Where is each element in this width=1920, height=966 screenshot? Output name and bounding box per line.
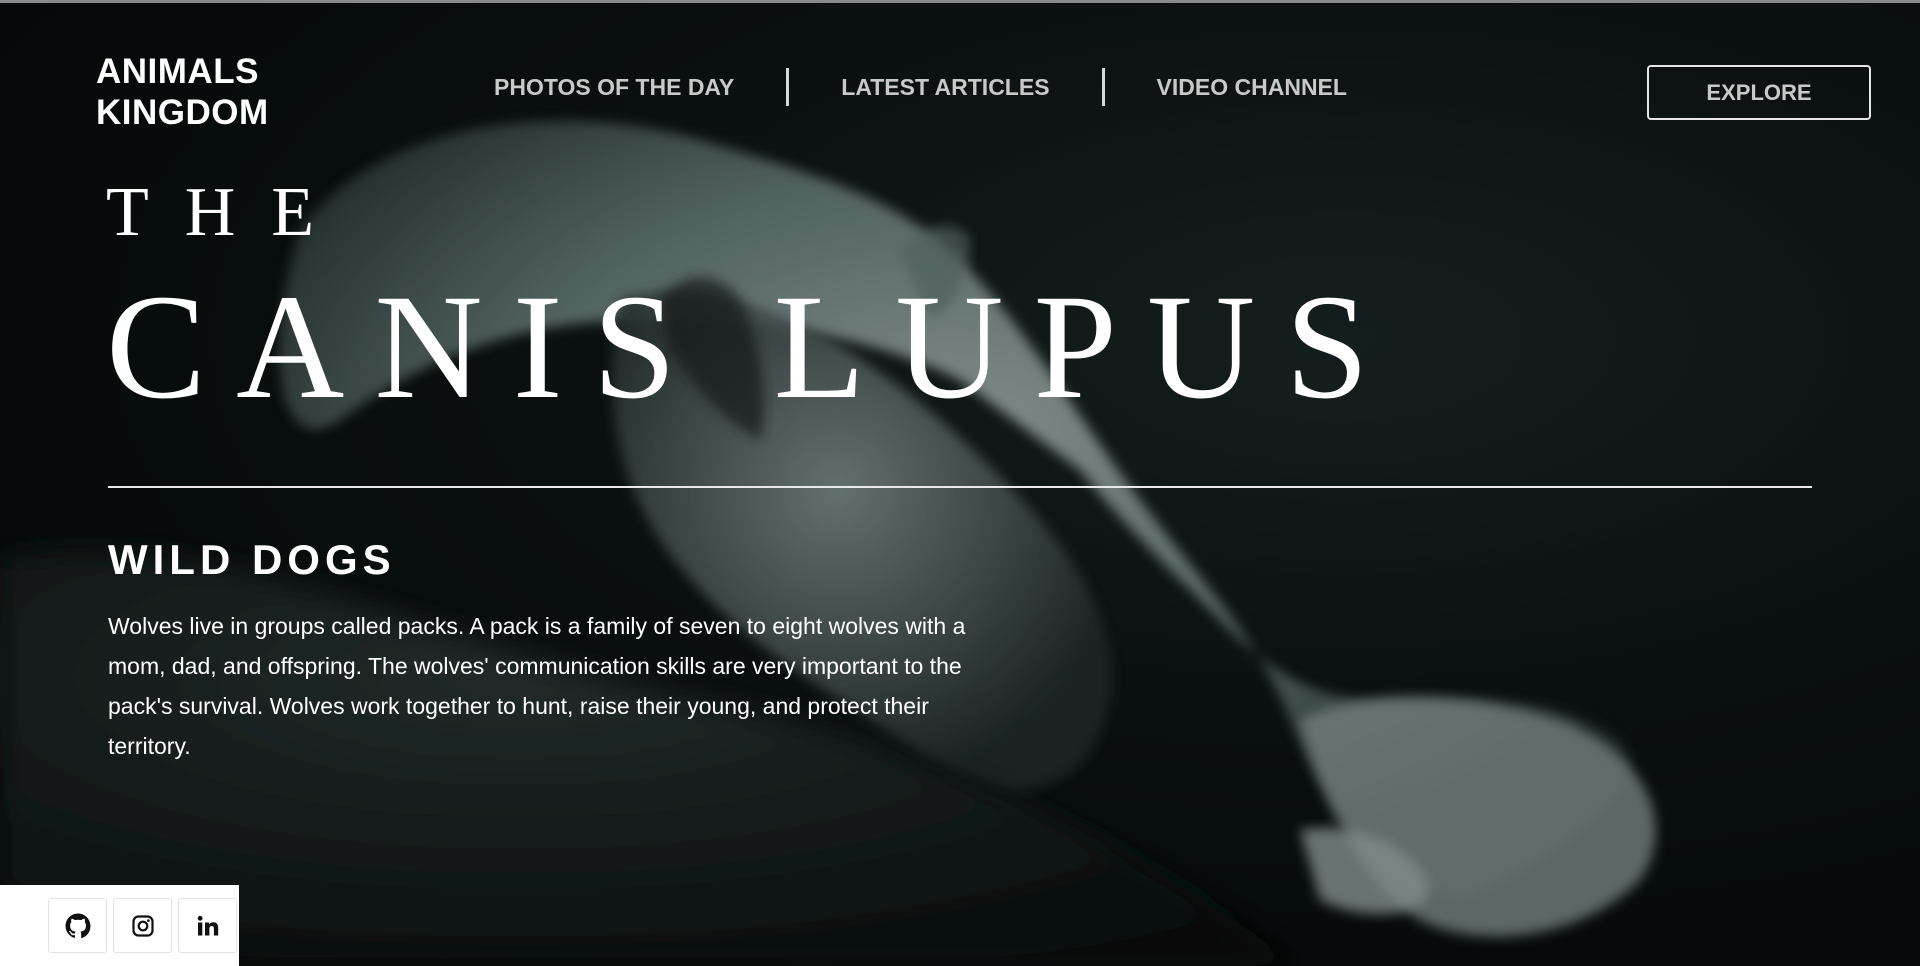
nav-item-latest-articles[interactable]: LATEST ARTICLES [841,74,1049,101]
hero-title: CANIS LUPUS [106,264,1399,430]
brand-logo-line2: KINGDOM [96,92,269,132]
hero-section: ANIMALS KINGDOM PHOTOS OF THE DAY LATEST… [0,0,1920,966]
instagram-link[interactable] [113,898,172,953]
explore-button[interactable]: EXPLORE [1647,65,1871,120]
nav-item-photos-of-the-day[interactable]: PHOTOS OF THE DAY [494,74,734,101]
main-nav: PHOTOS OF THE DAY LATEST ARTICLES VIDEO … [494,68,1347,106]
top-border-line [0,0,1920,3]
linkedin-icon [197,915,218,935]
github-link[interactable] [48,898,107,953]
hero-subtitle: WILD DOGS [108,536,396,583]
instagram-icon [131,914,154,937]
nav-item-video-channel[interactable]: VIDEO CHANNEL [1157,74,1347,101]
brand-logo-line1: ANIMALS [96,52,259,91]
wolf-background-image [0,0,1920,966]
hero-pre-title: THE [106,174,351,251]
brand-logo[interactable]: ANIMALS KINGDOM [96,52,269,134]
github-icon [65,913,90,938]
linkedin-link[interactable] [178,898,237,953]
hero-description: Wolves live in groups called packs. A pa… [108,613,966,759]
social-links-bar [0,885,239,966]
hero-divider [108,486,1812,488]
nav-divider [1101,68,1105,106]
nav-divider [786,68,790,106]
